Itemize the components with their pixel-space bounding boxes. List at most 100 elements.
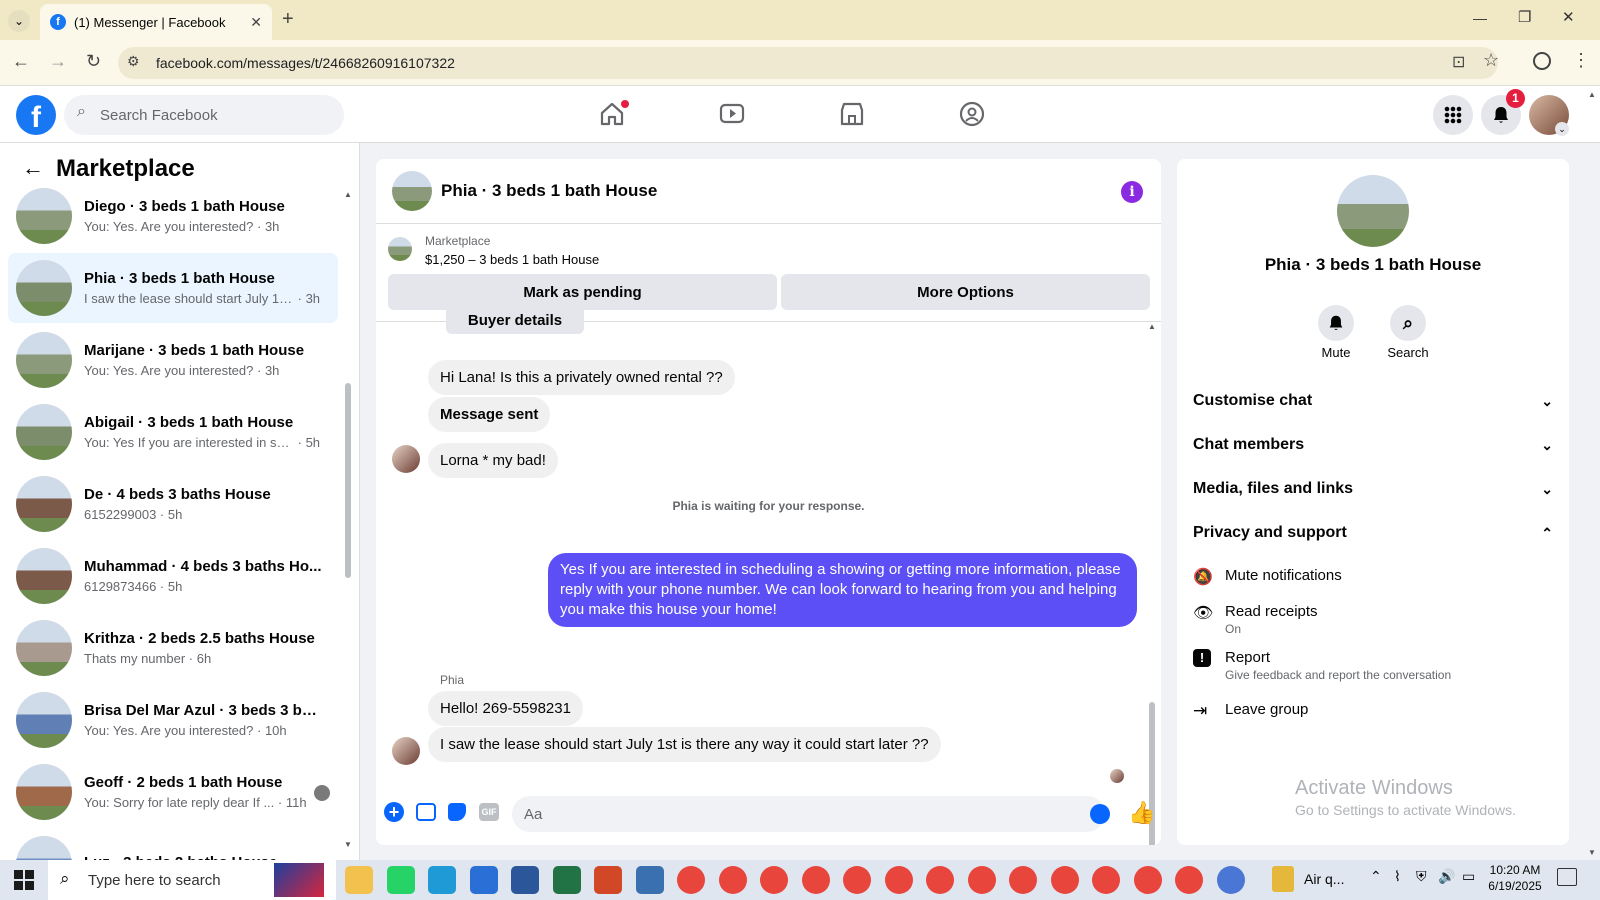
chrome-profile-icon[interactable] bbox=[718, 866, 747, 894]
more-options-button[interactable]: More Options bbox=[781, 274, 1150, 310]
menu-grid-icon[interactable] bbox=[1433, 95, 1473, 135]
window-close-icon[interactable]: ✕ bbox=[1562, 8, 1575, 26]
gif-icon[interactable]: GIF bbox=[479, 803, 499, 821]
page-scroll-up-icon[interactable]: ▲ bbox=[1588, 90, 1596, 99]
store-icon[interactable] bbox=[469, 866, 498, 894]
chrome-profile-icon[interactable] bbox=[801, 866, 830, 894]
conversation-info-icon[interactable]: i bbox=[1121, 181, 1143, 203]
tab-search-chevron-icon[interactable]: ⌄ bbox=[8, 10, 30, 32]
chrome-profile-icon[interactable] bbox=[1133, 866, 1162, 894]
photo-icon[interactable] bbox=[416, 803, 436, 821]
word-icon[interactable] bbox=[511, 866, 539, 894]
powerpoint-icon[interactable] bbox=[594, 866, 622, 894]
microphone-app-icon[interactable] bbox=[1216, 866, 1245, 894]
listing-thumbnail[interactable] bbox=[388, 237, 412, 261]
sidebar-scrollbar[interactable]: ▲ ▼ bbox=[344, 190, 352, 853]
section-media-files-links[interactable]: Media, files and links ⌄ bbox=[1193, 480, 1553, 498]
chrome-profile-icon[interactable] bbox=[1092, 866, 1120, 894]
conversation-item[interactable]: Brisa Del Mar Azul · 3 beds 3 bat... You:… bbox=[8, 685, 338, 755]
emoji-icon[interactable] bbox=[1090, 804, 1110, 824]
details-avatar[interactable] bbox=[1337, 175, 1409, 247]
leave-group-item[interactable]: ⇥ Leave group bbox=[1193, 701, 1308, 721]
facebook-search-input[interactable]: Search Facebook bbox=[64, 95, 344, 135]
show-hidden-icons-chevron-icon[interactable]: ⌃ bbox=[1370, 868, 1382, 885]
install-app-icon[interactable]: ⊡ bbox=[1452, 52, 1465, 72]
sticker-icon[interactable] bbox=[448, 803, 466, 821]
marketplace-icon[interactable] bbox=[838, 100, 866, 133]
mute-bell-icon[interactable] bbox=[1318, 305, 1354, 341]
search-label[interactable]: Search bbox=[1378, 345, 1438, 360]
address-bar[interactable]: facebook.com/messages/t/2466826091610732… bbox=[118, 47, 1498, 79]
remote-desktop-icon[interactable] bbox=[635, 866, 664, 894]
mute-notifications-item[interactable]: 🔕 Mute notifications bbox=[1193, 567, 1342, 587]
chat-scrollbar[interactable]: ▲ ▼ bbox=[1147, 322, 1157, 845]
back-arrow-icon[interactable]: ← bbox=[22, 155, 44, 181]
home-icon[interactable] bbox=[598, 100, 629, 128]
profile-icon[interactable] bbox=[1533, 52, 1551, 70]
search-icon[interactable]: ⌕ bbox=[1390, 305, 1426, 341]
add-plus-icon[interactable]: + bbox=[384, 802, 404, 822]
site-info-icon[interactable]: ⚙ bbox=[127, 53, 140, 70]
chat-title[interactable]: Phia · 3 beds 1 bath House bbox=[441, 181, 657, 201]
mute-label[interactable]: Mute bbox=[1306, 345, 1366, 360]
window-minimize-icon[interactable]: — bbox=[1473, 10, 1487, 26]
mark-as-pending-button[interactable]: Mark as pending bbox=[388, 274, 777, 310]
browser-tab-messenger[interactable]: f (1) Messenger | Facebook ✕ bbox=[40, 4, 272, 40]
conversation-item[interactable]: Diego · 3 beds 1 bath House You: Yes. Are… bbox=[8, 181, 338, 251]
chrome-icon[interactable] bbox=[677, 866, 705, 894]
notification-center-icon[interactable] bbox=[1557, 868, 1577, 886]
thumbs-up-icon[interactable]: 👍 bbox=[1128, 800, 1155, 826]
back-arrow-icon[interactable]: ← bbox=[12, 51, 30, 72]
chrome-profile-icon[interactable] bbox=[843, 866, 871, 894]
file-explorer-icon[interactable] bbox=[345, 866, 373, 894]
conversation-item[interactable]: Phia · 3 beds 1 bath House I saw the leas… bbox=[8, 253, 338, 323]
groups-icon[interactable] bbox=[958, 100, 986, 133]
message-input[interactable]: Aa bbox=[512, 796, 1105, 832]
section-customise-chat[interactable]: Customise chat ⌄ bbox=[1193, 392, 1553, 410]
network-icon[interactable]: ⌇ bbox=[1394, 868, 1401, 885]
whatsapp-icon[interactable] bbox=[386, 866, 415, 894]
weather-icon[interactable] bbox=[1272, 866, 1294, 892]
window-restore-icon[interactable]: ❐ bbox=[1518, 8, 1531, 26]
excel-icon[interactable] bbox=[552, 866, 581, 894]
chrome-profile-icon[interactable] bbox=[1009, 866, 1037, 894]
chrome-profile-icon[interactable] bbox=[967, 866, 996, 894]
bookmark-star-icon[interactable]: ☆ bbox=[1483, 50, 1499, 71]
reload-icon[interactable]: ↻ bbox=[86, 51, 101, 72]
conversation-item[interactable]: Muhammad · 4 beds 3 baths Ho... 612987346… bbox=[8, 541, 338, 611]
windows-start-icon[interactable] bbox=[14, 870, 34, 890]
new-tab-plus-icon[interactable]: + bbox=[282, 8, 294, 31]
weather-label[interactable]: Air q... bbox=[1304, 871, 1344, 887]
buyer-details-button[interactable]: Buyer details bbox=[446, 306, 584, 334]
chrome-profile-icon[interactable] bbox=[884, 866, 913, 894]
news-widget-image[interactable] bbox=[274, 863, 324, 897]
chrome-profile-icon[interactable] bbox=[1050, 866, 1079, 894]
battery-icon[interactable]: ▭ bbox=[1462, 868, 1475, 885]
conversation-item[interactable]: Geoff · 2 beds 1 bath House You: Sorry fo… bbox=[8, 757, 338, 827]
listing-info[interactable]: $1,250 – 3 beds 1 bath House bbox=[425, 252, 599, 267]
report-item[interactable]: ! Report Give feedback and report the co… bbox=[1193, 649, 1451, 682]
conversation-item[interactable]: Luz · 3 beds 2 baths House bbox=[8, 829, 338, 860]
facebook-logo-icon[interactable]: f bbox=[16, 95, 56, 135]
video-icon[interactable] bbox=[718, 100, 746, 133]
conversation-item[interactable]: De · 4 beds 3 baths House 6152299003 · 5h bbox=[8, 469, 338, 539]
edge-icon[interactable] bbox=[428, 866, 456, 894]
volume-icon[interactable]: 🔊 bbox=[1438, 868, 1455, 885]
chrome-profile-icon[interactable] bbox=[760, 866, 788, 894]
security-shield-icon[interactable]: ⛨ bbox=[1416, 868, 1427, 885]
forward-arrow-icon[interactable]: → bbox=[49, 51, 67, 72]
section-privacy-support[interactable]: Privacy and support ⌃ bbox=[1193, 524, 1553, 542]
tab-close-icon[interactable]: ✕ bbox=[250, 14, 262, 31]
read-receipts-item[interactable]: 👁 Read receipts On bbox=[1193, 603, 1318, 636]
conversation-item[interactable]: Abigail · 3 beds 1 bath House You: Yes If… bbox=[8, 397, 338, 467]
chat-avatar[interactable] bbox=[392, 171, 432, 211]
section-chat-members[interactable]: Chat members ⌄ bbox=[1193, 436, 1553, 454]
browser-menu-icon[interactable]: ⋮ bbox=[1572, 50, 1590, 71]
account-chevron-icon[interactable]: ⌄ bbox=[1555, 122, 1569, 136]
page-scroll-down-icon[interactable]: ▼ bbox=[1588, 848, 1596, 857]
chrome-profile-icon[interactable] bbox=[926, 866, 954, 894]
conversation-item[interactable]: Krithza · 2 beds 2.5 baths House Thats my… bbox=[8, 613, 338, 683]
chrome-profile-icon[interactable] bbox=[1175, 866, 1203, 894]
conversation-item[interactable]: Marijane · 3 beds 1 bath House You: Yes. … bbox=[8, 325, 338, 395]
taskbar-clock[interactable]: 10:20 AM 6/19/2025 bbox=[1480, 863, 1550, 893]
